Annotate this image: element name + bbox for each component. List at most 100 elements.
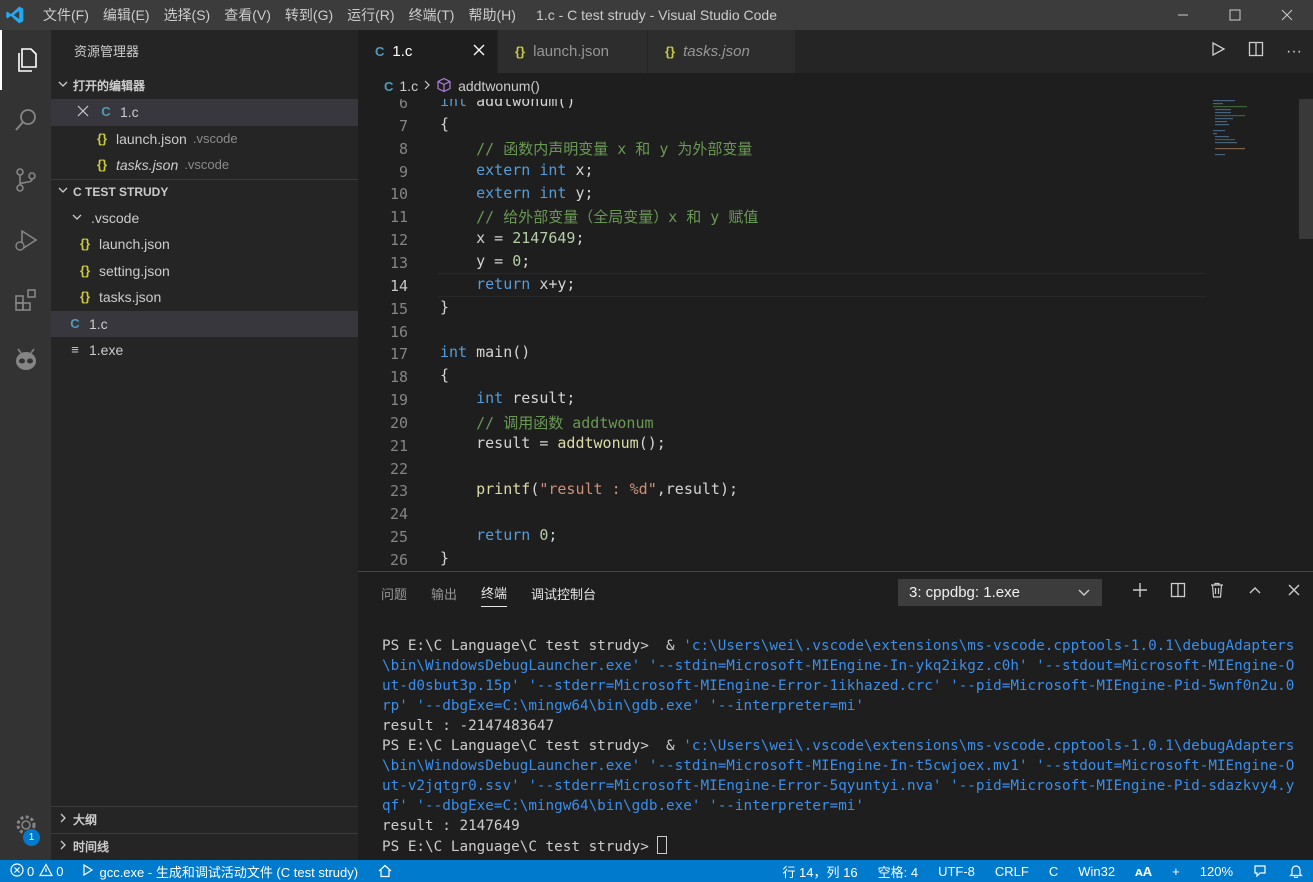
file-label: tasks.json (99, 289, 162, 306)
terminal-select[interactable]: 3: cppdbg: 1.exe (898, 579, 1102, 606)
new-terminal-icon[interactable] (1121, 579, 1160, 606)
minimize-button[interactable] (1157, 0, 1209, 30)
close-window-button[interactable] (1261, 0, 1313, 30)
home-icon[interactable] (368, 864, 402, 878)
c-file-icon: C (384, 78, 394, 94)
source-control-icon[interactable] (0, 150, 51, 210)
code-line-26: } (440, 549, 450, 567)
menu-view[interactable]: 查看(V) (217, 0, 278, 30)
status-right: 行 14，列 16 空格: 4 UTF-8 CRLF C Win32 ᴀA + … (772, 860, 1313, 882)
tab-debug-console[interactable]: 调试控制台 (531, 580, 596, 607)
chevron-up-icon[interactable] (1236, 579, 1275, 606)
open-editor-item-launch[interactable]: {} launch.json .vscode (51, 126, 358, 153)
file-label: setting.json (99, 262, 170, 279)
menu-selection[interactable]: 选择(S) (157, 0, 218, 30)
json-file-icon: {} (515, 44, 526, 59)
feedback-icon[interactable] (1243, 864, 1279, 878)
encoding[interactable]: UTF-8 (928, 864, 985, 879)
tab-label: 1.c (392, 43, 413, 60)
tab-label: tasks.json (683, 43, 750, 60)
c-file-icon: C (101, 104, 111, 120)
editor-actions: ··· (1199, 30, 1313, 73)
folder-vscode[interactable]: .vscode (51, 205, 358, 232)
file-label: 1.exe (89, 342, 124, 359)
line-number: 19 (389, 391, 408, 410)
project-header[interactable]: C TEST STRUDY (51, 178, 358, 205)
close-panel-icon[interactable] (1275, 579, 1313, 606)
open-editor-item-1c[interactable]: C 1.c (51, 99, 358, 126)
file-1exe[interactable]: ≡ 1.exe (51, 337, 358, 364)
tab-problems[interactable]: 问题 (381, 580, 407, 607)
chevron-down-icon (1077, 580, 1091, 613)
bell-icon[interactable] (1279, 864, 1313, 878)
warning-count: 0 (56, 863, 64, 879)
menu-file[interactable]: 文件(F) (36, 0, 96, 30)
code-line-25: return 0; (476, 526, 558, 544)
split-terminal-icon[interactable] (1159, 579, 1198, 606)
close-icon[interactable] (473, 43, 485, 60)
run-debug-icon[interactable] (0, 210, 51, 270)
close-icon[interactable] (77, 99, 93, 125)
explorer-icon[interactable] (0, 30, 51, 90)
line-number: 23 (389, 482, 408, 501)
outline-header[interactable]: 大纲 (51, 806, 358, 832)
json-file-icon: {} (96, 157, 108, 173)
editor-scrollbar[interactable] (1299, 99, 1313, 571)
font-size-indicator[interactable]: ᴀA (1125, 864, 1162, 879)
code-editor[interactable]: 6 7 8 9 10 11 12 13 14 15 16 17 18 19 20 21 22 23 24 25 26 i… (358, 99, 1313, 571)
problems-status[interactable]: 0 0 (0, 862, 73, 880)
file-launch-json[interactable]: {} launch.json (51, 231, 358, 258)
error-icon (10, 862, 24, 880)
zoom-level[interactable]: 120% (1190, 864, 1243, 879)
tab-terminal[interactable]: 终端 (481, 579, 508, 607)
line-number: 17 (389, 345, 408, 364)
alien-extension-icon[interactable] (0, 330, 51, 390)
search-icon[interactable] (0, 90, 51, 150)
split-editor-icon[interactable] (1237, 41, 1275, 62)
json-file-icon: {} (96, 130, 108, 146)
tab-output[interactable]: 输出 (431, 580, 457, 607)
tab-launch-json[interactable]: {} launch.json (498, 30, 648, 73)
zoom-in[interactable]: + (1162, 864, 1190, 879)
maximize-button[interactable] (1209, 0, 1261, 30)
json-file-icon: {} (665, 44, 676, 59)
breadcrumb-symbol[interactable]: addtwonum() (458, 78, 540, 94)
more-actions-icon[interactable]: ··· (1275, 43, 1313, 61)
file-tasks-json[interactable]: {} tasks.json (51, 284, 358, 311)
menu-terminal[interactable]: 终端(T) (402, 0, 462, 30)
open-editors-header[interactable]: 打开的编辑器 (51, 73, 358, 99)
file-1c[interactable]: C 1.c (51, 310, 358, 337)
terminal-output[interactable]: PS E:\C Language\C test strudy> & 'c:\Us… (382, 636, 1302, 857)
indentation[interactable]: 空格: 4 (868, 862, 928, 881)
extensions-icon[interactable] (0, 270, 51, 330)
code-line-14: return x+y; (476, 275, 576, 293)
json-file-icon: {} (79, 236, 91, 252)
notification-badge: 1 (23, 829, 40, 846)
timeline-header[interactable]: 时间线 (51, 833, 358, 859)
menu-run[interactable]: 运行(R) (340, 0, 401, 30)
menu-go[interactable]: 转到(G) (278, 0, 340, 30)
timeline-label: 时间线 (73, 839, 110, 854)
menu-edit[interactable]: 编辑(E) (96, 0, 157, 30)
cursor-position[interactable]: 行 14，列 16 (772, 862, 867, 881)
c-file-icon: C (70, 315, 80, 331)
build-task-label: gcc.exe - 生成和调试活动文件 (C test strudy) (99, 864, 359, 880)
line-ending[interactable]: CRLF (985, 864, 1039, 879)
editor-tabs: C 1.c {} launch.json {} tasks.json ··· (358, 30, 1313, 73)
open-editor-item-tasks[interactable]: {} tasks.json .vscode (51, 152, 358, 179)
build-task-status[interactable]: gcc.exe - 生成和调试活动文件 (C test strudy) (73, 862, 368, 881)
chevron-right-icon (422, 78, 432, 94)
trash-icon[interactable] (1198, 579, 1237, 606)
run-icon[interactable] (1199, 41, 1237, 62)
menu-help[interactable]: 帮助(H) (461, 0, 522, 30)
file-setting-json[interactable]: {} setting.json (51, 258, 358, 285)
breadcrumb-file[interactable]: 1.c (399, 78, 418, 94)
language-mode[interactable]: C (1039, 864, 1068, 879)
minimap[interactable] (1211, 99, 1301, 159)
code-line-6: int addtwonum() (440, 99, 576, 110)
manage-gear-icon[interactable]: 1 (0, 795, 51, 855)
code-line-8: // 函数内声明变量 x 和 y 为外部变量 (440, 140, 753, 158)
tab-tasks-json[interactable]: {} tasks.json (648, 30, 796, 73)
platform[interactable]: Win32 (1068, 864, 1125, 879)
tab-1c[interactable]: C 1.c (358, 30, 498, 73)
